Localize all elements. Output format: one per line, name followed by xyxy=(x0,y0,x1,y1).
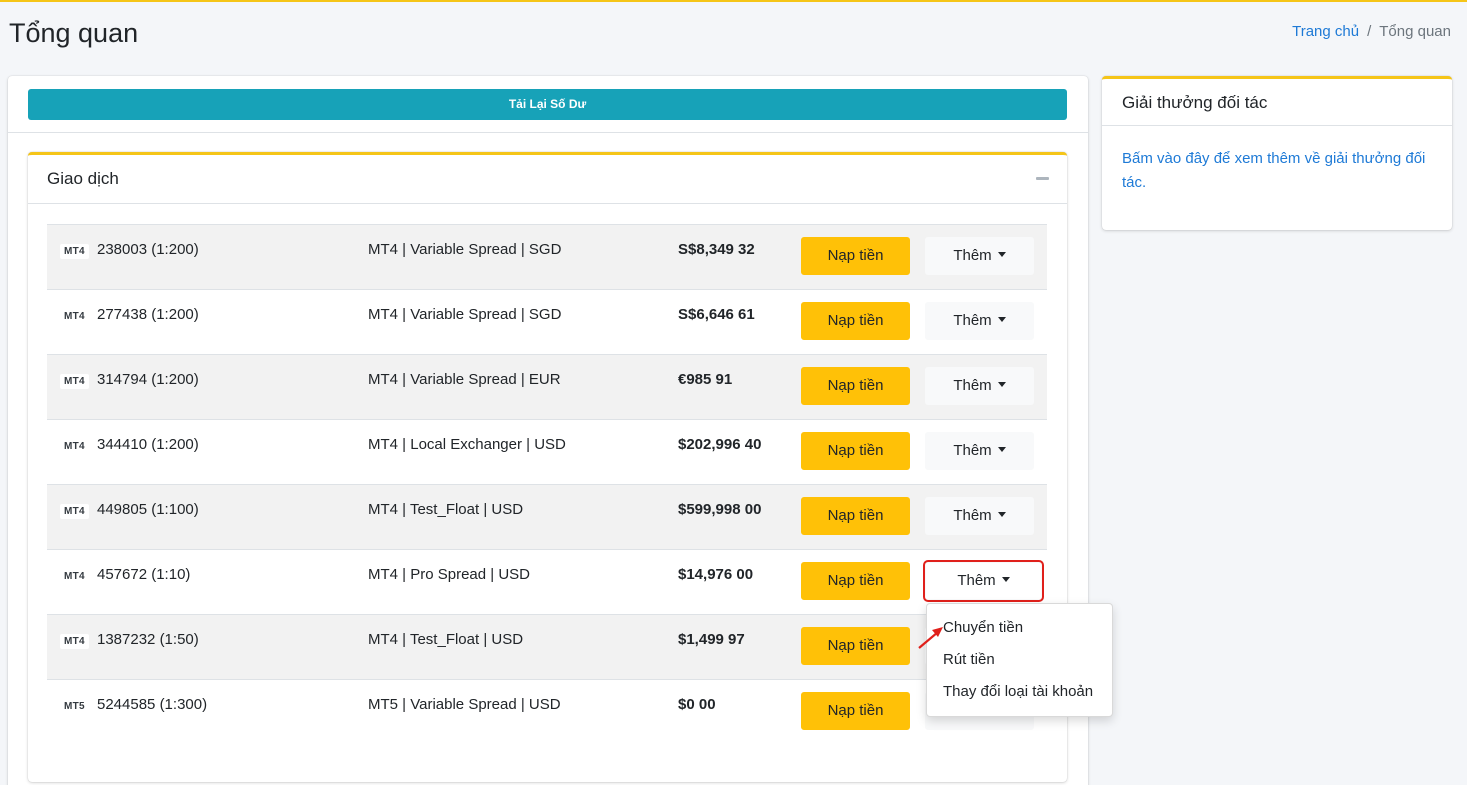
account-type: MT4 | Test_Float | USD xyxy=(368,631,524,648)
account-balance: €985 91 xyxy=(678,371,733,388)
breadcrumb-separator: / xyxy=(1367,23,1372,40)
account-number: 1387232 (1:50) xyxy=(97,631,199,648)
platform-badge: MT4 xyxy=(60,374,89,389)
deposit-button[interactable]: Nạp tiền xyxy=(801,692,910,730)
trading-card-header: Giao dịch xyxy=(28,155,1067,204)
breadcrumb-current: Tổng quan xyxy=(1379,23,1451,40)
account-type: MT4 | Variable Spread | SGD xyxy=(368,241,562,258)
more-button[interactable]: Thêm xyxy=(925,302,1034,340)
more-button-label: Thêm xyxy=(953,442,992,459)
caret-down-icon xyxy=(1001,577,1010,582)
account-number: 238003 (1:200) xyxy=(97,241,199,258)
more-button-label: Thêm xyxy=(953,247,992,264)
more-button-label: Thêm xyxy=(953,507,992,524)
more-button[interactable]: Thêm xyxy=(925,497,1034,535)
table-row: MT4 457672 (1:10) MT4 | Pro Spread | USD $1… xyxy=(47,549,1047,614)
platform-badge: MT4 xyxy=(60,244,89,259)
table-row: MT5 5244585 (1:300) MT5 | Variable Spread … xyxy=(47,679,1047,744)
collapse-icon[interactable] xyxy=(1036,177,1049,180)
platform-badge: MT4 xyxy=(60,634,89,649)
card-divider xyxy=(8,132,1088,133)
partner-rewards-card: Giải thưởng đối tác Bấm vào đây để xem t… xyxy=(1102,76,1452,230)
caret-down-icon xyxy=(997,512,1006,517)
more-dropdown-menu: Chuyển tiền Rút tiền Thay đổi loại tài k… xyxy=(926,603,1113,717)
account-type: MT4 | Pro Spread | USD xyxy=(368,566,531,583)
caret-down-icon xyxy=(997,382,1006,387)
account-balance: $599,998 00 xyxy=(678,501,762,518)
platform-badge: MT4 xyxy=(60,309,89,324)
account-number: 314794 (1:200) xyxy=(97,371,199,388)
table-row: MT4 449805 (1:100) MT4 | Test_Float | USD $… xyxy=(47,484,1047,549)
platform-badge: MT4 xyxy=(60,569,89,584)
table-row: MT4 238003 (1:200) MT4 | Variable Spread |… xyxy=(47,224,1047,289)
account-balance: $202,996 40 xyxy=(678,436,762,453)
deposit-button[interactable]: Nạp tiền xyxy=(801,302,910,340)
more-button[interactable]: Thêm xyxy=(925,432,1034,470)
red-arrow-icon xyxy=(918,627,943,649)
account-number: 449805 (1:100) xyxy=(97,501,199,518)
deposit-button[interactable]: Nạp tiền xyxy=(801,237,910,275)
account-balance: $0 00 xyxy=(678,696,716,713)
account-type: MT4 | Variable Spread | SGD xyxy=(368,306,562,323)
table-row: MT4 344410 (1:200) MT4 | Local Exchanger |… xyxy=(47,419,1047,484)
account-number: 277438 (1:200) xyxy=(97,306,199,323)
more-button[interactable]: Thêm xyxy=(923,560,1044,602)
more-button[interactable]: Thêm xyxy=(925,367,1034,405)
table-row: MT4 314794 (1:200) MT4 | Variable Spread |… xyxy=(47,354,1047,419)
partner-rewards-link[interactable]: Bấm vào đây để xem thêm về giải thưởng đ… xyxy=(1122,147,1437,195)
more-button-label: Thêm xyxy=(953,312,992,329)
platform-badge: MT5 xyxy=(60,699,89,714)
more-button-label: Thêm xyxy=(957,572,996,589)
account-type: MT4 | Variable Spread | EUR xyxy=(368,371,561,388)
platform-badge: MT4 xyxy=(60,439,89,454)
account-number: 344410 (1:200) xyxy=(97,436,199,453)
deposit-button[interactable]: Nạp tiền xyxy=(801,432,910,470)
caret-down-icon xyxy=(997,447,1006,452)
platform-badge: MT4 xyxy=(60,504,89,519)
deposit-button[interactable]: Nạp tiền xyxy=(801,497,910,535)
more-button-label: Thêm xyxy=(953,377,992,394)
dropdown-item-transfer[interactable]: Chuyển tiền xyxy=(927,612,1112,644)
table-row: MT4 277438 (1:200) MT4 | Variable Spread |… xyxy=(47,289,1047,354)
account-balance: $1,499 97 xyxy=(678,631,745,648)
more-button[interactable]: Thêm xyxy=(925,237,1034,275)
caret-down-icon xyxy=(997,252,1006,257)
account-type: MT4 | Test_Float | USD xyxy=(368,501,524,518)
account-type: MT5 | Variable Spread | USD xyxy=(368,696,561,713)
account-number: 5244585 (1:300) xyxy=(97,696,208,713)
partner-rewards-header: Giải thưởng đối tác xyxy=(1102,79,1452,126)
caret-down-icon xyxy=(997,317,1006,322)
dropdown-item-withdraw[interactable]: Rút tiền xyxy=(927,644,1112,676)
account-type: MT4 | Local Exchanger | USD xyxy=(368,436,566,453)
deposit-button[interactable]: Nạp tiền xyxy=(801,627,910,665)
account-number: 457672 (1:10) xyxy=(97,566,191,583)
account-balance: S$6,646 61 xyxy=(678,306,755,323)
trading-card-title: Giao dịch xyxy=(47,169,119,188)
table-row: MT4 1387232 (1:50) MT4 | Test_Float | USD $… xyxy=(47,614,1047,679)
breadcrumb-home-link[interactable]: Trang chủ xyxy=(1292,23,1359,40)
account-balance: $14,976 00 xyxy=(678,566,754,583)
breadcrumb: Trang chủ / Tổng quan xyxy=(1292,23,1451,40)
accounts-table: MT4 238003 (1:200) MT4 | Variable Spread |… xyxy=(47,224,1047,744)
account-balance: S$8,349 32 xyxy=(678,241,755,258)
page-title: Tổng quan xyxy=(9,18,139,48)
deposit-button[interactable]: Nạp tiền xyxy=(801,562,910,600)
partner-rewards-title: Giải thưởng đối tác xyxy=(1122,93,1268,112)
dropdown-item-change-account-type[interactable]: Thay đổi loại tài khoản xyxy=(927,676,1112,708)
deposit-button[interactable]: Nạp tiền xyxy=(801,367,910,405)
reload-balance-button[interactable]: Tải Lại Số Dư xyxy=(28,89,1067,120)
